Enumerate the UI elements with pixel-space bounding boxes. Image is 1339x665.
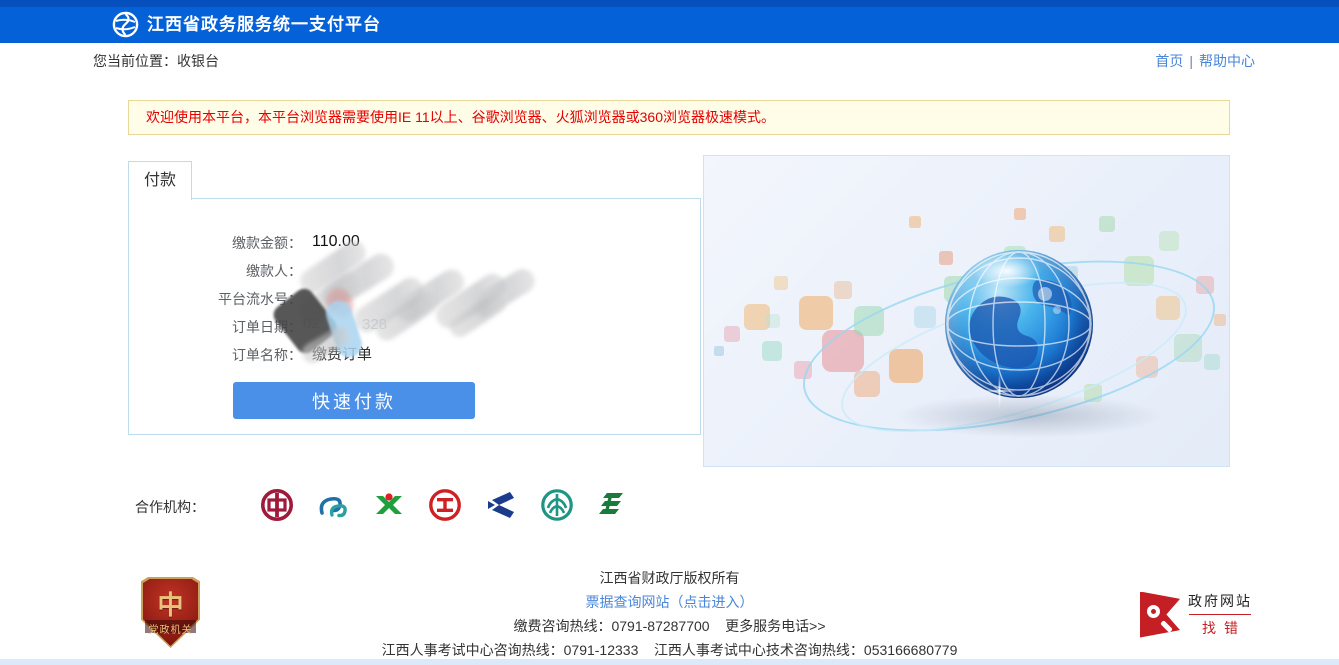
more-phones-link[interactable]: 更多服务电话>>: [725, 618, 825, 634]
party-gov-label: 党政机关: [141, 621, 200, 636]
decor-square: [1159, 231, 1179, 251]
magnifier-flag-icon: [1140, 592, 1180, 638]
home-link[interactable]: 首页: [1155, 53, 1183, 69]
field-amount: 缴款金额： 110.00: [190, 229, 372, 257]
footer: 江西省财政厅版权所有 票据查询网站（点击进入） 缴费咨询热线：0791-8728…: [0, 566, 1339, 662]
site-error-divider: [1189, 614, 1251, 615]
field-label: 缴款人：: [190, 257, 302, 285]
decorative-globe-panel: [703, 155, 1230, 467]
nav-separator: |: [1189, 53, 1193, 69]
field-order-name: 订单名称： 缴费订单: [190, 341, 372, 369]
decor-square: [1099, 216, 1115, 232]
jiujiang-bank-swirl-icon: [315, 487, 351, 523]
decor-square: [1049, 226, 1065, 242]
amount-value: 110.00: [312, 229, 360, 257]
sparkle-icon: [982, 374, 1016, 408]
site-error-bottom-label: 找错: [1194, 618, 1246, 638]
decor-square: [774, 276, 788, 290]
decor-square: [1214, 314, 1226, 326]
page-title: 江西省政务服务统一支付平台: [147, 7, 381, 43]
exam-hotline: 江西人事考试中心咨询热线：0791-12333: [382, 642, 639, 658]
date-fragment: 328: [362, 316, 387, 333]
globe-highlight: [972, 254, 1042, 288]
platform-logo-icon: [112, 11, 139, 38]
partners-label: 合作机构：: [135, 497, 205, 517]
breadcrumb: 您当前位置：收银台: [93, 51, 219, 71]
decor-square: [724, 326, 740, 342]
decor-square: [834, 281, 852, 299]
boc-bank-icon: [259, 487, 295, 523]
abc-bank-icon: [539, 487, 575, 523]
field-payer: 缴款人：: [190, 257, 372, 285]
gov-site-error-badge[interactable]: 政府网站 找错: [1140, 591, 1252, 638]
field-label: 订单日期：: [190, 313, 302, 341]
tab-payment[interactable]: 付款: [128, 161, 192, 200]
site-error-text: 政府网站 找错: [1188, 591, 1252, 638]
decor-square: [762, 341, 782, 361]
help-center-link[interactable]: 帮助中心: [1199, 53, 1255, 69]
shield-emblem-icon: 中: [141, 585, 200, 622]
globe-shadow: [894, 394, 1164, 438]
field-label: 订单名称：: [190, 341, 302, 369]
rural-commercial-bank-icon: [371, 487, 407, 523]
site-error-top-label: 政府网站: [1188, 591, 1252, 611]
header-bar: 江西省政务服务统一支付平台: [0, 7, 1339, 43]
field-serial: 平台流水号：: [190, 285, 372, 313]
invoice-query-link[interactable]: 票据查询网站（点击进入）: [586, 594, 754, 610]
order-name-value: 缴费订单: [312, 341, 372, 369]
decor-square: [1204, 354, 1220, 370]
partner-bank-logos: [259, 487, 631, 523]
date-fragment: 02: [303, 315, 320, 332]
field-order-date: 订单日期：: [190, 313, 372, 341]
field-label: 平台流水号：: [190, 285, 302, 313]
ccb-bank-icon: [483, 487, 519, 523]
top-nav: 首页 | 帮助中心: [1155, 51, 1255, 71]
bottom-strip: [0, 659, 1339, 665]
decor-square: [799, 296, 833, 330]
top-dark-strip: [0, 0, 1339, 7]
psbc-bank-icon: [595, 487, 631, 523]
payment-page: 江西省政务服务统一支付平台 您当前位置：收银台 首页 | 帮助中心 欢迎使用本平台，…: [0, 0, 1339, 665]
decor-square: [766, 314, 780, 328]
decor-square: [1014, 208, 1026, 220]
decor-square: [909, 216, 921, 228]
quick-pay-button[interactable]: 快速付款: [233, 382, 475, 419]
field-label: 缴款金额：: [190, 229, 302, 257]
party-gov-badge[interactable]: 中 党政机关: [141, 577, 200, 648]
copyright-text: 江西省财政厅版权所有: [0, 566, 1339, 590]
icbc-bank-icon: [427, 487, 463, 523]
browser-notice-banner: 欢迎使用本平台，本平台浏览器需要使用IE 11以上、谷歌浏览器、火狐浏览器或36…: [128, 100, 1230, 135]
decor-square: [714, 346, 724, 356]
tech-hotline: 江西人事考试中心技术咨询热线：053166680779: [654, 642, 957, 658]
payment-form: 缴款金额： 110.00 缴款人： 平台流水号： 订单日期： 订单名称： 缴费订…: [190, 229, 372, 369]
payment-hotline: 缴费咨询热线：0791-87287700: [513, 618, 709, 634]
